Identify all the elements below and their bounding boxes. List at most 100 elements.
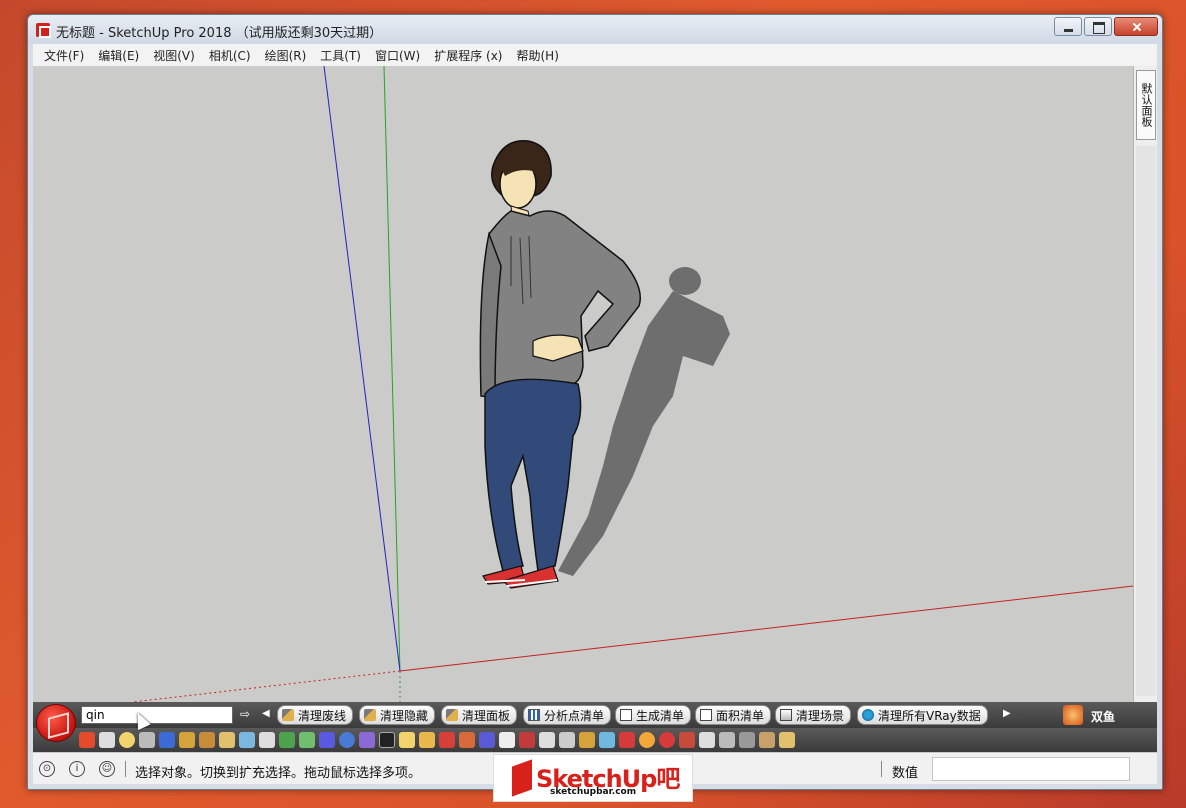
pen-tool-icon[interactable] xyxy=(159,732,175,748)
cube-tool-icon[interactable] xyxy=(599,732,615,748)
broom-icon xyxy=(446,709,458,721)
sketchupbar-watermark: SketchUp吧 sketchupbar.com xyxy=(493,754,693,802)
red-axis xyxy=(399,585,1133,672)
knife-tool-icon[interactable] xyxy=(499,732,515,748)
clean-lines-button[interactable]: 清理废线 xyxy=(277,705,354,725)
menu-bar: 文件(F) 编辑(E) 视图(V) 相机(C) 绘图(R) 工具(T) 窗口(W… xyxy=(33,44,1157,66)
sphere-tool-icon[interactable] xyxy=(119,732,135,748)
clean-scenes-label: 清理场景 xyxy=(796,708,845,723)
stick-tool-icon[interactable] xyxy=(579,732,595,748)
model-viewport[interactable] xyxy=(33,66,1133,702)
sun-tool-icon[interactable] xyxy=(639,732,655,748)
green-axis xyxy=(383,66,401,672)
gear-tool-icon[interactable] xyxy=(659,732,675,748)
status-divider xyxy=(125,761,126,777)
curve-tool-icon[interactable] xyxy=(359,732,375,748)
pin-tool-icon[interactable] xyxy=(739,732,755,748)
shuangyu-plugin-icon[interactable] xyxy=(1063,705,1083,725)
red-axis-negative xyxy=(132,670,401,702)
default-tray-panel: 默认面板 xyxy=(1133,66,1157,702)
sketchupbar-logo-icon xyxy=(512,759,532,797)
pencil-alt-tool-icon[interactable] xyxy=(719,732,735,748)
generate-list-button[interactable]: 生成清单 xyxy=(615,705,692,725)
stamp-tool-icon[interactable] xyxy=(679,732,695,748)
shuangyu-label[interactable]: 双鱼 xyxy=(1091,708,1115,725)
menu-draw[interactable]: 绘图(R) xyxy=(258,47,314,64)
area-list-label: 面积清单 xyxy=(716,708,765,723)
person-figure[interactable] xyxy=(479,139,641,589)
figure-shadow xyxy=(558,267,730,576)
chart-icon xyxy=(528,709,540,721)
clean-hidden-button[interactable]: 清理隐藏 xyxy=(359,705,436,725)
info-icon[interactable]: i xyxy=(69,761,85,777)
user-icon[interactable]: ☺ xyxy=(99,761,115,777)
clean-vray-button[interactable]: 清理所有VRay数据 xyxy=(857,705,988,725)
drawing-tools-toolbar xyxy=(33,728,1157,752)
brush-tool-icon[interactable] xyxy=(199,732,215,748)
scroll-right-icon[interactable]: ▶ xyxy=(1003,708,1011,719)
menu-camera[interactable]: 相机(C) xyxy=(202,47,258,64)
spiral-tool-icon[interactable] xyxy=(339,732,355,748)
shape-tool-icon[interactable] xyxy=(299,732,315,748)
arc-tool-icon[interactable] xyxy=(319,732,335,748)
menu-edit[interactable]: 编辑(E) xyxy=(91,47,146,64)
default-tray-tab[interactable]: 默认面板 xyxy=(1136,70,1156,140)
broom-icon xyxy=(364,709,376,721)
search-go-icon[interactable]: ⇨ xyxy=(238,707,252,721)
maximize-button[interactable] xyxy=(1084,17,1112,36)
line-tool-icon[interactable] xyxy=(479,732,495,748)
clean-scenes-button[interactable]: 清理场景 xyxy=(775,705,852,725)
menu-view[interactable]: 视图(V) xyxy=(146,47,202,64)
clean-vray-label: 清理所有VRay数据 xyxy=(878,708,981,723)
menu-window[interactable]: 窗口(W) xyxy=(368,47,427,64)
clean-hidden-label: 清理隐藏 xyxy=(380,708,429,723)
menu-file[interactable]: 文件(F) xyxy=(37,47,91,64)
diamond-tool-icon[interactable] xyxy=(179,732,195,748)
list-icon xyxy=(620,709,632,721)
flag-tool-icon[interactable] xyxy=(539,732,555,748)
scene-canvas[interactable] xyxy=(33,66,1133,702)
broom-icon xyxy=(282,709,294,721)
arch-tool-icon[interactable] xyxy=(559,732,575,748)
vray-icon xyxy=(862,709,874,721)
eraser-tool-icon[interactable] xyxy=(99,732,115,748)
stairs-tool-icon[interactable] xyxy=(379,732,395,748)
status-message: 选择对象。切换到扩充选择。拖动鼠标选择多项。 xyxy=(135,766,422,781)
ruler-tool-icon[interactable] xyxy=(519,732,535,748)
lock-tool-icon[interactable] xyxy=(619,732,635,748)
watermark-url: sketchupbar.com xyxy=(550,787,637,797)
layers-tool-icon[interactable] xyxy=(239,732,255,748)
menu-help[interactable]: 帮助(H) xyxy=(509,47,565,64)
generate-list-label: 生成清单 xyxy=(636,708,685,723)
note-tool-icon[interactable] xyxy=(399,732,415,748)
menu-tools[interactable]: 工具(T) xyxy=(313,47,368,64)
scene-icon xyxy=(780,709,792,721)
clean-faces-button[interactable]: 清理面板 xyxy=(441,705,518,725)
umbrella-tool-icon[interactable] xyxy=(439,732,455,748)
roof-tool-icon[interactable] xyxy=(459,732,475,748)
menu-extensions[interactable]: 扩展程序 (x) xyxy=(427,47,509,64)
plant-tool-icon[interactable] xyxy=(279,732,295,748)
tag-tool-icon[interactable] xyxy=(779,732,795,748)
pencil-tool-icon[interactable] xyxy=(79,732,95,748)
blue-axis xyxy=(323,66,401,672)
measurements-input[interactable] xyxy=(932,757,1130,781)
helmet-tool-icon[interactable] xyxy=(419,732,435,748)
minimize-button[interactable] xyxy=(1054,17,1082,36)
plugin-toolbar: ⇨ ◀ 清理废线 清理隐藏 清理面板 分析点清单 生成清单 面积清单 清理场景 … xyxy=(33,702,1157,742)
triangle-tool-icon[interactable] xyxy=(139,732,155,748)
title-bar[interactable]: 无标题 - SketchUp Pro 2018 （试用版还剩30天过期） xyxy=(28,15,1162,45)
analysis-list-button[interactable]: 分析点清单 xyxy=(523,705,612,725)
box-tool-icon[interactable] xyxy=(699,732,715,748)
plugin-search-input[interactable] xyxy=(81,706,233,724)
scroll-left-icon[interactable]: ◀ xyxy=(262,708,270,719)
folder-tool-icon[interactable] xyxy=(219,732,235,748)
geo-location-icon[interactable]: ⊙ xyxy=(39,761,55,777)
sketchup-logo-icon[interactable] xyxy=(36,704,76,742)
sketchup-app-icon[interactable] xyxy=(36,23,51,38)
close-button[interactable] xyxy=(1114,17,1158,36)
book-tool-icon[interactable] xyxy=(259,732,275,748)
area-list-button[interactable]: 面积清单 xyxy=(695,705,772,725)
tray-scrollbar[interactable] xyxy=(1136,146,1156,696)
branch-tool-icon[interactable] xyxy=(759,732,775,748)
